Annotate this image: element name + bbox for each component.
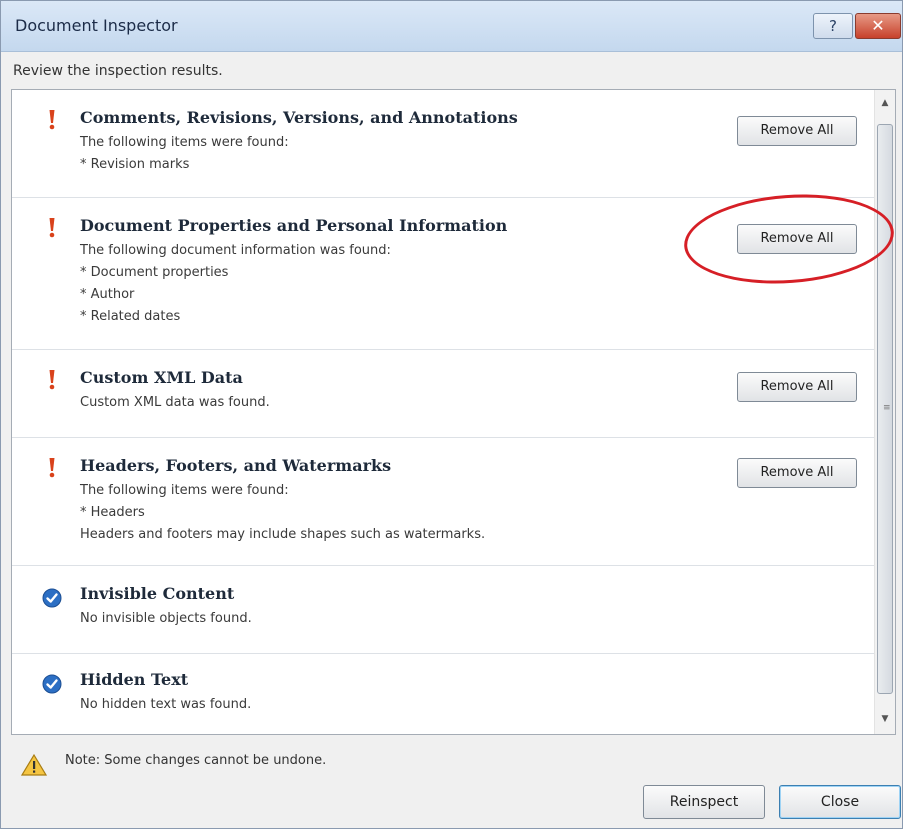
document-inspector-dialog: Document Inspector ? ✕ Review the inspec… — [0, 0, 903, 829]
item-detail-line: The following items were found: — [80, 135, 289, 150]
inspection-result-item: Custom XML Data Custom XML data was found… — [12, 350, 874, 438]
note-text: Note: Some changes cannot be undone. — [65, 753, 327, 768]
remove-all-button[interactable]: Remove All — [737, 372, 857, 402]
inspection-result-item: Headers, Footers, and Watermarks The foll… — [12, 438, 874, 566]
item-title: Document Properties and Personal Informa… — [80, 216, 508, 235]
inspection-results-list: Comments, Revisions, Versions, and Annot… — [11, 89, 896, 735]
checkmark-icon — [42, 588, 62, 608]
exclamation-warning-icon — [42, 109, 62, 130]
close-button[interactable]: Close — [779, 785, 901, 819]
inspection-result-item: Hidden Text No hidden text was found. — [12, 654, 874, 736]
remove-all-button[interactable]: Remove All — [737, 458, 857, 488]
item-title: Custom XML Data — [80, 368, 243, 387]
instructions-text: Review the inspection results. — [13, 63, 223, 79]
scroll-grip-icon: ≡ — [883, 403, 891, 413]
item-title: Headers, Footers, and Watermarks — [80, 456, 392, 475]
item-title: Comments, Revisions, Versions, and Annot… — [80, 108, 518, 127]
item-title: Hidden Text — [80, 670, 189, 689]
checkmark-icon — [42, 674, 62, 694]
item-detail-line: Custom XML data was found. — [80, 395, 270, 410]
remove-all-button[interactable]: Remove All — [737, 224, 857, 254]
exclamation-warning-icon — [42, 369, 62, 390]
vertical-scrollbar[interactable]: ▲ ≡ ▼ — [874, 90, 895, 734]
dialog-title: Document Inspector — [15, 16, 178, 35]
scroll-thumb[interactable]: ≡ — [877, 124, 893, 694]
item-detail-line: No invisible objects found. — [80, 611, 252, 626]
item-detail-line: No hidden text was found. — [80, 697, 252, 712]
warning-triangle-icon — [20, 753, 48, 781]
item-detail-line: * Related dates — [80, 309, 181, 324]
title-bar: Document Inspector ? ✕ — [1, 1, 902, 52]
item-detail-line: Headers and footers may include shapes s… — [80, 527, 486, 542]
exclamation-warning-icon — [42, 217, 62, 238]
help-button[interactable]: ? — [813, 13, 853, 39]
close-window-button[interactable]: ✕ — [855, 13, 901, 39]
item-title: Invisible Content — [80, 584, 235, 603]
item-detail-line: The following items were found: — [80, 483, 289, 498]
inspection-result-item: Comments, Revisions, Versions, and Annot… — [12, 90, 874, 198]
scroll-up-arrow-icon[interactable]: ▲ — [875, 92, 895, 114]
item-detail-line: * Document properties — [80, 265, 229, 280]
item-detail-line: The following document information was f… — [80, 243, 391, 258]
item-detail-line: * Revision marks — [80, 157, 190, 172]
item-detail-line: * Headers — [80, 505, 145, 520]
remove-all-button[interactable]: Remove All — [737, 116, 857, 146]
inspection-result-item: Invisible Content No invisible objects fo… — [12, 566, 874, 654]
item-detail-line: * Author — [80, 287, 135, 302]
scroll-down-arrow-icon[interactable]: ▼ — [875, 708, 895, 730]
reinspect-button[interactable]: Reinspect — [643, 785, 765, 819]
inspection-result-item: Document Properties and Personal Informa… — [12, 198, 874, 350]
exclamation-warning-icon — [42, 457, 62, 478]
